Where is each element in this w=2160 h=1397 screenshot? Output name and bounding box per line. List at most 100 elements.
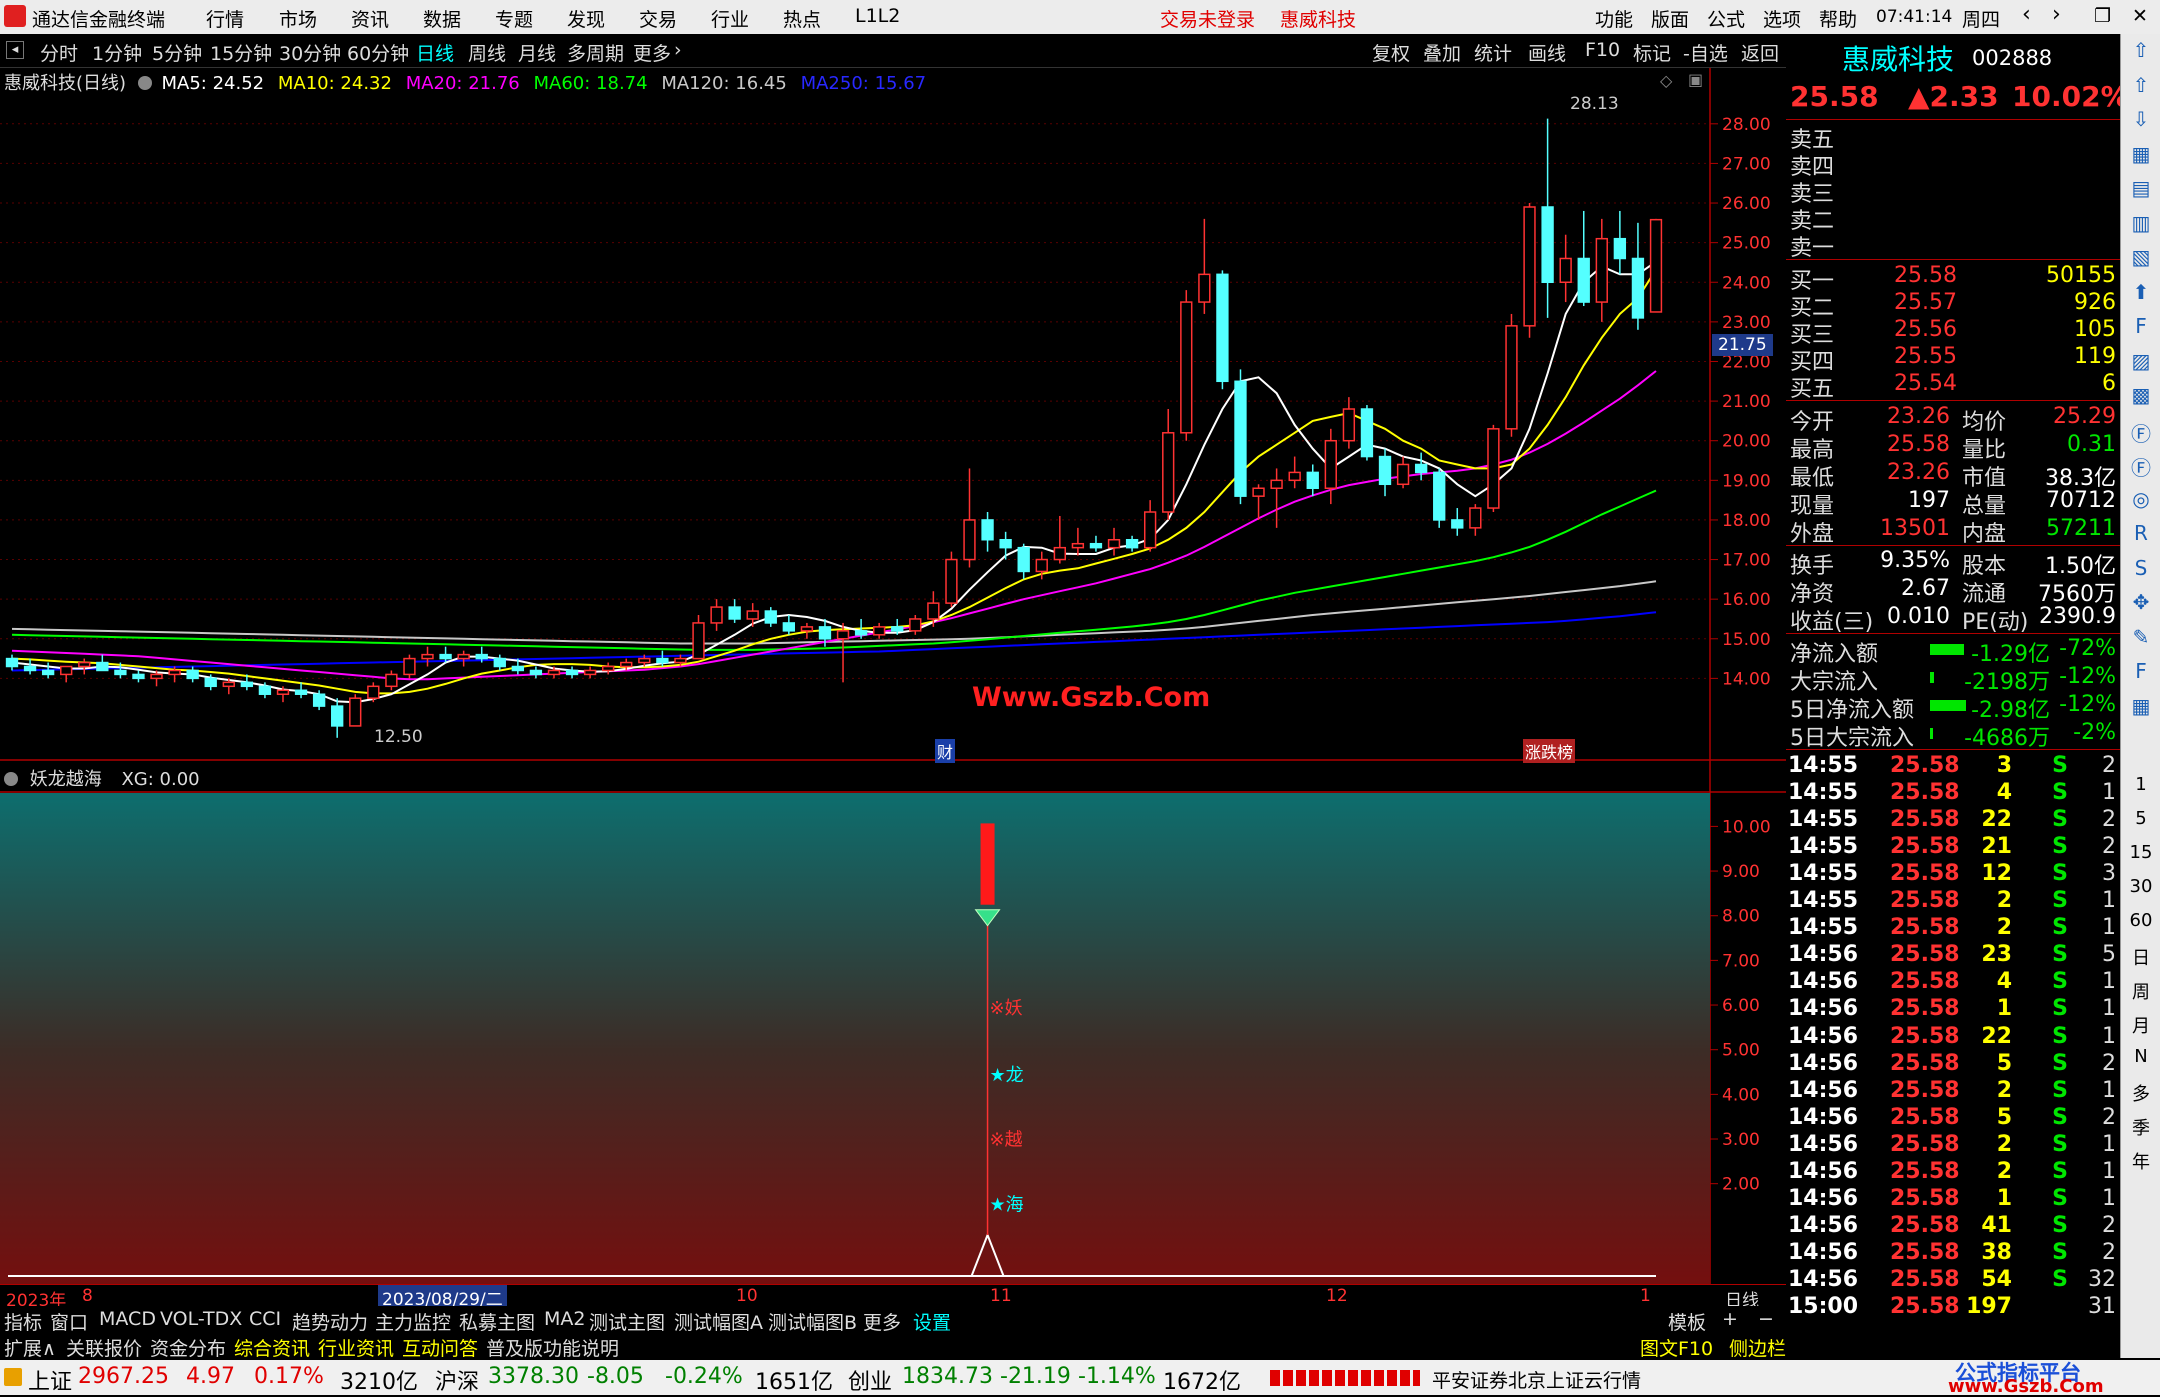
tool-f10[interactable]: F10: [1585, 39, 1620, 61]
chart-4-icon[interactable]: ▧: [2125, 245, 2157, 275]
forward-arrow-icon[interactable]: ›: [2052, 2, 2061, 27]
tab-ceshizhutu[interactable]: 测试主图: [589, 1308, 665, 1335]
ext-tab-pujiban[interactable]: 普及版功能说明: [486, 1334, 619, 1361]
chart-7-icon[interactable]: ▩: [2125, 383, 2157, 413]
tool-fuquan[interactable]: 复权: [1372, 39, 1410, 66]
right-period-tab[interactable]: N: [2125, 1046, 2157, 1076]
tab-cci[interactable]: CCI: [249, 1308, 281, 1330]
tab-shezhi[interactable]: 设置: [913, 1308, 951, 1335]
period-tab-5min[interactable]: 5分钟: [152, 39, 202, 66]
kline-chart[interactable]: 28.0027.0026.0025.0024.0023.0022.0021.00…: [0, 68, 1786, 1308]
menu-item-gongneng[interactable]: 功能: [1595, 5, 1633, 32]
indicator-name[interactable]: 妖龙越海: [30, 769, 102, 790]
tool-zixuan[interactable]: -自选: [1683, 39, 1728, 66]
ext-tab-hangyezixun[interactable]: 行业资讯: [318, 1334, 394, 1361]
ext-tab-kuozhan[interactable]: 扩展∧: [4, 1334, 56, 1361]
ext-tab-hudongwenda[interactable]: 互动问答: [402, 1334, 478, 1361]
tool-huaxian[interactable]: 画线: [1528, 39, 1566, 66]
S-red-icon[interactable]: S: [2125, 556, 2157, 586]
chart-1-icon[interactable]: ▦: [2125, 142, 2157, 172]
cy-index-name[interactable]: 创业: [848, 1364, 892, 1396]
menu-item-hangqing[interactable]: 行情: [206, 5, 244, 32]
diamond-icon[interactable]: ◇: [1660, 71, 1672, 90]
tool-tongji[interactable]: 统计: [1474, 39, 1512, 66]
menu-item-shuju[interactable]: 数据: [423, 5, 461, 32]
right-period-tab[interactable]: 60: [2125, 910, 2157, 940]
menu-item-shichang[interactable]: 市场: [279, 5, 317, 32]
menu-item-l1l2[interactable]: L1L2: [855, 5, 900, 27]
tab-ceshifutub[interactable]: 测试幅图B: [768, 1308, 857, 1335]
period-tab-weekly[interactable]: 周线: [468, 39, 506, 66]
right-period-tab[interactable]: 多: [2125, 1080, 2157, 1110]
right-period-tab[interactable]: 日: [2125, 944, 2157, 974]
F3-icon[interactable]: Ⓕ: [2125, 452, 2157, 482]
panel-toggle-icon[interactable]: ▣: [1688, 70, 1703, 89]
right-period-tab[interactable]: 周: [2125, 978, 2157, 1008]
tab-ceshifutua[interactable]: 测试幅图A: [674, 1308, 763, 1335]
period-tab-monthly[interactable]: 月线: [518, 39, 556, 66]
chart-5-icon[interactable]: ⬆: [2125, 280, 2157, 310]
tab-zhulijiankong[interactable]: 主力监控: [375, 1308, 451, 1335]
menu-item-banmian[interactable]: 版面: [1651, 5, 1689, 32]
menu-item-jiaoyi[interactable]: 交易: [639, 5, 677, 32]
menu-item-hangye[interactable]: 行业: [711, 5, 749, 32]
tab-macd[interactable]: MACD: [99, 1308, 156, 1330]
period-tab-60min[interactable]: 60分钟: [347, 39, 409, 66]
ext-tab-tuwenf10[interactable]: 图文F10: [1640, 1334, 1713, 1361]
stock-alert[interactable]: 惠威科技: [1280, 5, 1356, 32]
tab-qushidongli[interactable]: 趋势动力: [292, 1308, 368, 1335]
F2-icon[interactable]: Ⓕ: [2125, 418, 2157, 448]
right-period-tab[interactable]: 15: [2125, 842, 2157, 872]
tab-muban[interactable]: 模板: [1668, 1308, 1706, 1335]
chart-8-icon[interactable]: ▦: [2125, 694, 2157, 724]
menu-item-faxian[interactable]: 发现: [567, 5, 605, 32]
tab-remove-icon[interactable]: −: [1758, 1308, 1774, 1330]
menu-item-bangzhu[interactable]: 帮助: [1819, 5, 1857, 32]
period-tab-more[interactable]: 更多: [633, 39, 671, 66]
ext-tab-guanlianbaojia[interactable]: 关联报价: [66, 1334, 142, 1361]
period-tab-30min[interactable]: 30分钟: [279, 39, 341, 66]
tab-add-icon[interactable]: +: [1722, 1308, 1738, 1330]
menu-item-xuanxiang[interactable]: 选项: [1763, 5, 1801, 32]
collapse-icon[interactable]: ◂: [6, 41, 24, 59]
tool-fanhui[interactable]: 返回: [1741, 39, 1779, 66]
close-window-icon[interactable]: ✕: [2132, 5, 2148, 27]
right-period-tab[interactable]: 30: [2125, 876, 2157, 906]
tool-diejia[interactable]: 叠加: [1423, 39, 1461, 66]
right-period-tab[interactable]: 季: [2125, 1114, 2157, 1144]
sh-index-name[interactable]: 上证: [28, 1364, 72, 1396]
menu-item-zhuanti[interactable]: 专题: [495, 5, 533, 32]
down-arrow-icon[interactable]: ⇩: [2125, 107, 2157, 137]
period-tab-multi[interactable]: 多周期: [567, 39, 624, 66]
period-tab-daily[interactable]: 日线: [416, 39, 454, 66]
right-period-tab[interactable]: 1: [2125, 774, 2157, 804]
period-tab-fenshi[interactable]: 分时: [40, 39, 78, 66]
ext-tab-zonghezixun[interactable]: 综合资讯: [234, 1334, 310, 1361]
right-period-tab[interactable]: 月: [2125, 1012, 2157, 1042]
ext-tab-zijinfenbu[interactable]: 资金分布: [150, 1334, 226, 1361]
right-period-tab[interactable]: 5: [2125, 808, 2157, 838]
chart-3-icon[interactable]: ▥: [2125, 211, 2157, 241]
indicator-menu-icon[interactable]: [4, 772, 18, 786]
hs-index-name[interactable]: 沪深: [435, 1364, 479, 1396]
period-tab-15min[interactable]: 15分钟: [210, 39, 272, 66]
fin-F-icon[interactable]: F: [2125, 314, 2157, 344]
up-arrow-outline-icon[interactable]: ⇧: [2125, 73, 2157, 103]
circle-icon[interactable]: ◎: [2125, 487, 2157, 517]
server-name[interactable]: 平安证券北京上证云行情: [1432, 1366, 1641, 1393]
up-arrow-icon[interactable]: ⇧: [2125, 38, 2157, 68]
right-period-tab[interactable]: 年: [2125, 1148, 2157, 1178]
tab-gengduo[interactable]: 更多: [863, 1308, 901, 1335]
period-tab-1min[interactable]: 1分钟: [92, 39, 142, 66]
chart-area[interactable]: 28.00 27.00 26.00 25.00 24.00 23.00 22.00 21.00…: [0, 68, 1786, 1328]
menu-item-redian[interactable]: 热点: [783, 5, 821, 32]
status-menu-icon[interactable]: [4, 1368, 22, 1386]
tab-ma2[interactable]: MA2: [544, 1308, 585, 1330]
tool-biaoji[interactable]: 标记: [1633, 39, 1671, 66]
chart-2-icon[interactable]: ▤: [2125, 176, 2157, 206]
back-arrow-icon[interactable]: ‹: [2022, 2, 2031, 27]
tab-simuzhutu[interactable]: 私募主图: [459, 1308, 535, 1335]
menu-item-zixun[interactable]: 资讯: [351, 5, 389, 32]
tab-chuangkou[interactable]: 窗口: [50, 1308, 88, 1335]
pen-icon[interactable]: ✎: [2125, 625, 2157, 655]
